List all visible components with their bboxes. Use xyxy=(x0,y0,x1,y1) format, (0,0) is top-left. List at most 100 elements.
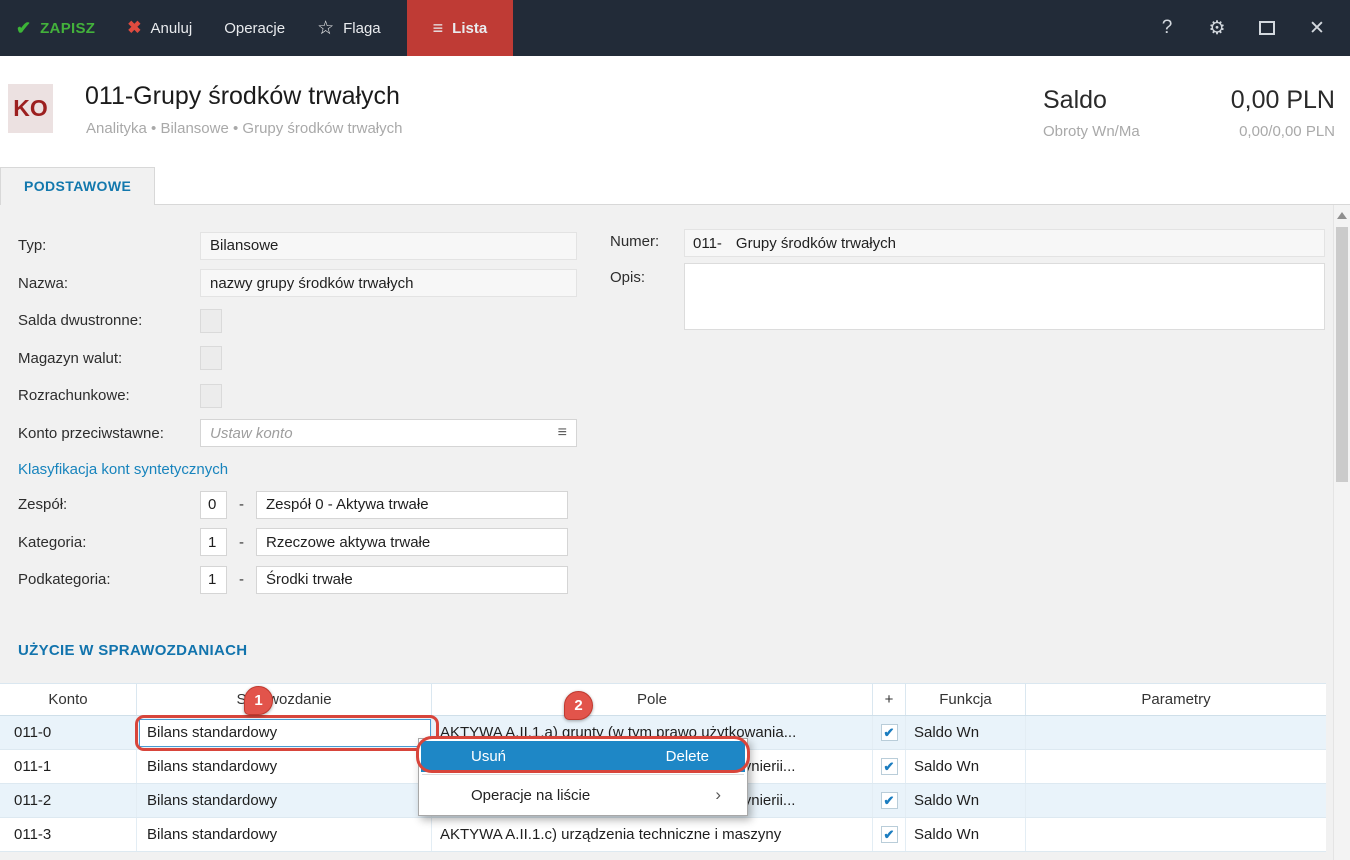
column-header-konto[interactable]: Konto xyxy=(0,684,137,715)
save-button-label: ZAPISZ xyxy=(40,20,95,37)
checkbox-checked[interactable]: ✔ xyxy=(881,792,898,809)
balance-summary: Saldo 0,00 PLN Obroty Wn/Ma 0,00/0,00 PL… xyxy=(1043,86,1335,140)
app-window: ✔ ZAPISZ ✖ Anuluj Operacje ☆ Flaga ≡ Lis… xyxy=(0,0,1350,860)
magazyn-walut-label: Magazyn walut: xyxy=(18,350,200,367)
nazwa-field[interactable]: nazwy grupy środków trwałych xyxy=(200,269,577,297)
salda-dwustronne-label: Salda dwustronne: xyxy=(18,312,200,329)
module-badge: KO xyxy=(8,84,53,133)
star-icon: ☆ xyxy=(317,17,334,40)
cell-sprawozdanie[interactable]: Bilans standardowy xyxy=(137,716,432,749)
close-button[interactable]: ✕ xyxy=(1292,0,1342,56)
cancel-button[interactable]: ✖ Anuluj xyxy=(111,0,208,56)
main-toolbar: ✔ ZAPISZ ✖ Anuluj Operacje ☆ Flaga ≡ Lis… xyxy=(0,0,1350,56)
cell-konto[interactable]: 011-0 xyxy=(0,716,137,749)
kategoria-code-field[interactable]: 1 xyxy=(200,528,227,556)
tab-podstawowe[interactable]: PODSTAWOWE xyxy=(0,167,155,206)
cell-plus[interactable]: ✔ xyxy=(873,716,906,749)
numer-field[interactable]: 011- Grupy środków trwałych xyxy=(684,229,1325,257)
scrollbar-thumb[interactable] xyxy=(1336,227,1348,482)
settings-gear-button[interactable]: ⚙ xyxy=(1192,0,1242,56)
klasyfikacja-link[interactable]: Klasyfikacja kont syntetycznych xyxy=(18,461,228,478)
annotation-badge-2: 2 xyxy=(564,691,593,720)
cell-funkcja[interactable]: Saldo Wn xyxy=(906,784,1026,817)
menu-item-usun[interactable]: Usuń Delete xyxy=(421,741,745,772)
save-button[interactable]: ✔ ZAPISZ xyxy=(0,0,111,56)
cell-plus[interactable]: ✔ xyxy=(873,818,906,851)
scroll-up-arrow-icon[interactable] xyxy=(1337,212,1347,219)
list-button-label: Lista xyxy=(452,20,487,37)
section-title-uzycie: UŻYCIE W SPRAWOZDANIACH xyxy=(18,642,247,659)
table-row[interactable]: 011-3 Bilans standardowy AKTYWA A.II.1.c… xyxy=(0,818,1326,852)
menu-item-operacje-na-liscie[interactable]: Operacje na liście › xyxy=(421,777,745,813)
checkbox-checked[interactable]: ✔ xyxy=(881,758,898,775)
cell-funkcja[interactable]: Saldo Wn xyxy=(906,716,1026,749)
form-right-column: Numer: 011- Grupy środków trwałych Opis: xyxy=(610,227,1325,330)
podkategoria-separator: - xyxy=(239,571,244,588)
cell-konto[interactable]: 011-2 xyxy=(0,784,137,817)
checkbox-checked[interactable]: ✔ xyxy=(881,826,898,843)
column-header-sprawozdanie[interactable]: Sprawozdanie xyxy=(137,684,432,715)
konto-przeciwstawne-label: Konto przeciwstawne: xyxy=(18,425,200,442)
konto-przeciwstawne-input[interactable] xyxy=(210,425,558,442)
operations-button[interactable]: Operacje xyxy=(208,0,301,56)
obroty-label: Obroty Wn/Ma xyxy=(1043,123,1140,140)
rozrachunkowe-checkbox[interactable] xyxy=(200,384,222,408)
menu-item-operacje-label: Operacje na liście xyxy=(471,787,590,804)
record-header: KO 011-Grupy środków trwałych Analityka … xyxy=(0,56,1350,162)
kategoria-label: Kategoria: xyxy=(18,534,200,551)
annotation-badge-1: 1 xyxy=(244,686,273,715)
cell-parametry[interactable] xyxy=(1026,818,1326,851)
column-header-plus[interactable]: + xyxy=(873,684,906,715)
cell-plus[interactable]: ✔ xyxy=(873,750,906,783)
lookup-list-icon[interactable]: ≡ xyxy=(558,424,567,442)
cancel-icon: ✖ xyxy=(127,18,141,38)
kategoria-separator: - xyxy=(239,534,244,551)
magazyn-walut-checkbox[interactable] xyxy=(200,346,222,370)
column-header-funkcja[interactable]: Funkcja xyxy=(906,684,1026,715)
cell-konto[interactable]: 011-3 xyxy=(0,818,137,851)
cell-plus[interactable]: ✔ xyxy=(873,784,906,817)
flag-button-label: Flaga xyxy=(343,20,381,37)
cell-konto[interactable]: 011-1 xyxy=(0,750,137,783)
cell-parametry[interactable] xyxy=(1026,716,1326,749)
flag-button[interactable]: ☆ Flaga xyxy=(301,0,397,56)
maximize-button[interactable] xyxy=(1242,0,1292,56)
podkategoria-code-field[interactable]: 1 xyxy=(200,566,227,594)
cell-sprawozdanie[interactable]: Bilans standardowy xyxy=(137,818,432,851)
podkategoria-label: Podkategoria: xyxy=(18,571,200,588)
podkategoria-value-field[interactable]: Środki trwałe xyxy=(256,566,568,594)
typ-field[interactable]: Bilansowe xyxy=(200,232,577,260)
cell-parametry[interactable] xyxy=(1026,784,1326,817)
numer-label: Numer: xyxy=(610,227,684,250)
cell-funkcja[interactable]: Saldo Wn xyxy=(906,750,1026,783)
submenu-arrow-icon: › xyxy=(715,785,721,805)
vertical-scrollbar[interactable] xyxy=(1333,205,1350,860)
obroty-value: 0,00/0,00 PLN xyxy=(1239,123,1335,140)
salda-dwustronne-checkbox[interactable] xyxy=(200,309,222,333)
window-controls: ? ⚙ ✕ xyxy=(1142,0,1350,56)
cell-parametry[interactable] xyxy=(1026,750,1326,783)
zespol-code-field[interactable]: 0 xyxy=(200,491,227,519)
cell-funkcja[interactable]: Saldo Wn xyxy=(906,818,1026,851)
menu-item-usun-shortcut: Delete xyxy=(666,748,709,765)
menu-separator xyxy=(422,774,744,775)
konto-przeciwstawne-field[interactable]: ≡ xyxy=(200,419,577,447)
zespol-label: Zespół: xyxy=(18,496,200,513)
list-button[interactable]: ≡ Lista xyxy=(407,0,514,56)
checkbox-checked[interactable]: ✔ xyxy=(881,724,898,741)
cell-pole[interactable]: AKTYWA A.II.1.c) urządzenia techniczne i… xyxy=(432,818,873,851)
column-header-parametry[interactable]: Parametry xyxy=(1026,684,1326,715)
breadcrumb: Analityka • Bilansowe • Grupy środków tr… xyxy=(86,120,402,137)
help-button[interactable]: ? xyxy=(1142,0,1192,56)
zespol-value-field[interactable]: Zespół 0 - Aktywa trwałe xyxy=(256,491,568,519)
cell-sprawozdanie[interactable]: Bilans standardowy xyxy=(137,750,432,783)
rozrachunkowe-label: Rozrachunkowe: xyxy=(18,387,200,404)
kategoria-value-field[interactable]: Rzeczowe aktywa trwałe xyxy=(256,528,568,556)
cell-editor[interactable]: Bilans standardowy xyxy=(139,719,431,747)
numer-prefix: 011- xyxy=(685,235,730,252)
opis-label: Opis: xyxy=(610,263,684,286)
opis-textarea[interactable] xyxy=(684,263,1325,330)
column-header-pole[interactable]: Pole xyxy=(432,684,873,715)
cell-sprawozdanie[interactable]: Bilans standardowy xyxy=(137,784,432,817)
cancel-button-label: Anuluj xyxy=(150,20,192,37)
